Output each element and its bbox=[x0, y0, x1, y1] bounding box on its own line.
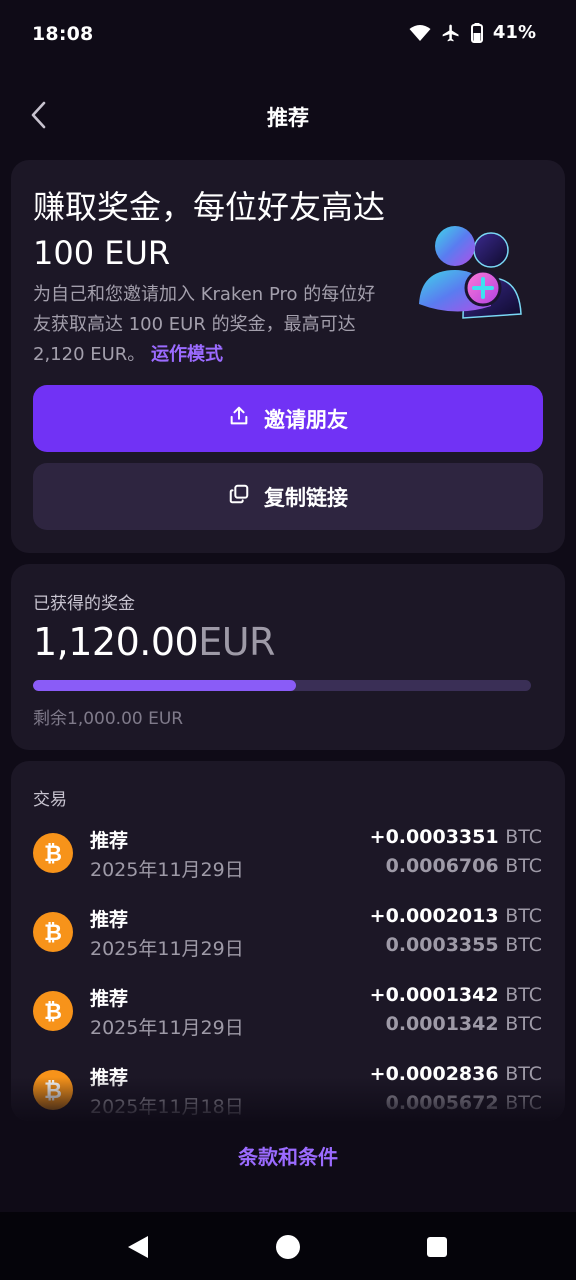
transaction-name: 推荐 bbox=[90, 988, 129, 1010]
transaction-name: 推荐 bbox=[90, 909, 129, 931]
earned-amount-currency: EUR bbox=[198, 620, 275, 664]
transaction-total-unit: BTC bbox=[505, 855, 542, 877]
transaction-total-value: 0.0001342 bbox=[385, 1013, 499, 1035]
status-icons: 41% bbox=[409, 22, 536, 43]
transaction-row[interactable]: ₿ 推荐 2025年11月29日 +0.0001342 BTC 0.000134… bbox=[11, 981, 565, 1060]
transaction-date: 2025年11月29日 bbox=[90, 938, 244, 960]
copy-icon bbox=[228, 483, 250, 510]
copy-link-label: 复制链接 bbox=[264, 485, 348, 510]
status-time: 18:08 bbox=[32, 23, 94, 45]
transaction-total-value: 0.0006706 bbox=[385, 855, 499, 877]
transaction-row[interactable]: ₿ 推荐 2025年11月29日 +0.0003351 BTC 0.000670… bbox=[11, 823, 565, 902]
bitcoin-icon: ₿ bbox=[33, 833, 73, 873]
airplane-icon bbox=[441, 23, 461, 43]
transaction-date: 2025年11月18日 bbox=[90, 1096, 244, 1118]
svg-text:₿: ₿ bbox=[44, 921, 62, 945]
transaction-total: 0.0001342 BTC bbox=[386, 1013, 542, 1035]
transaction-total-value: 0.0003355 bbox=[385, 934, 499, 956]
add-friend-illustration bbox=[411, 222, 529, 326]
transaction-amount: +0.0002013 BTC bbox=[370, 905, 542, 927]
page-title: 推荐 bbox=[267, 106, 309, 130]
transactions-title: 交易 bbox=[33, 790, 67, 810]
transaction-amount: +0.0002836 BTC bbox=[370, 1063, 542, 1085]
invite-friends-label: 邀请朋友 bbox=[264, 407, 348, 432]
earned-bonus-label: 已获得的奖金 bbox=[33, 594, 135, 614]
invite-friends-button[interactable]: 邀请朋友 bbox=[33, 385, 543, 452]
svg-text:₿: ₿ bbox=[44, 1000, 62, 1024]
transactions-card: 交易 ₿ 推荐 2025年11月29日 +0.0003351 BTC 0.000… bbox=[11, 761, 565, 1121]
status-bar: 18:08 41% bbox=[0, 0, 576, 70]
bonus-progress-bar bbox=[33, 680, 531, 691]
transaction-row[interactable]: ₿ 推荐 2025年11月29日 +0.0002013 BTC 0.000335… bbox=[11, 902, 565, 981]
earned-bonus-amount: 1,120.00EUR bbox=[33, 620, 275, 664]
transaction-total: 0.0006706 BTC bbox=[386, 855, 542, 877]
remaining-bonus-label: 剩余1,000.00 EUR bbox=[33, 709, 184, 729]
transaction-amount: +0.0001342 BTC bbox=[370, 984, 542, 1006]
bitcoin-icon: ₿ bbox=[33, 912, 73, 952]
transaction-amount-value: +0.0002836 bbox=[369, 1063, 499, 1085]
transaction-amount-unit: BTC bbox=[505, 1063, 542, 1085]
svg-text:₿: ₿ bbox=[44, 1079, 62, 1103]
transaction-amount: +0.0003351 BTC bbox=[370, 826, 542, 848]
referral-headline: 赚取奖金，每位好友高达 100 EUR bbox=[33, 188, 386, 272]
transaction-amount-value: +0.0001342 bbox=[369, 984, 499, 1006]
app-header: 推荐 bbox=[0, 88, 576, 144]
triangle-back-icon bbox=[126, 1236, 150, 1264]
transaction-total-unit: BTC bbox=[505, 934, 542, 956]
transaction-amount-unit: BTC bbox=[505, 826, 542, 848]
bitcoin-icon: ₿ bbox=[33, 991, 73, 1031]
transactions-list: ₿ 推荐 2025年11月29日 +0.0003351 BTC 0.000670… bbox=[11, 823, 565, 1121]
battery-percentage: 41% bbox=[492, 22, 536, 43]
bonus-progress-fill bbox=[33, 680, 296, 691]
system-navigation-bar bbox=[0, 1212, 576, 1280]
transaction-amount-value: +0.0002013 bbox=[369, 905, 499, 927]
svg-text:₿: ₿ bbox=[44, 842, 62, 866]
transaction-total-value: 0.0005672 bbox=[385, 1092, 499, 1114]
referral-card: 赚取奖金，每位好友高达 100 EUR 为自己和您邀请加入 Kraken Pro… bbox=[11, 160, 565, 553]
nav-back-button[interactable] bbox=[126, 1234, 150, 1264]
earned-bonus-card: 已获得的奖金 1,120.00EUR 剩余1,000.00 EUR bbox=[11, 564, 565, 750]
transaction-name: 推荐 bbox=[90, 830, 129, 852]
transaction-date: 2025年11月29日 bbox=[90, 859, 244, 881]
battery-icon bbox=[470, 22, 483, 43]
transaction-total-unit: BTC bbox=[505, 1013, 542, 1035]
transaction-date: 2025年11月29日 bbox=[90, 1017, 244, 1039]
earned-amount-value: 1,120.00 bbox=[33, 620, 199, 664]
copy-link-button[interactable]: 复制链接 bbox=[33, 463, 543, 530]
transaction-total: 0.0003355 BTC bbox=[386, 934, 542, 956]
nav-recents-button[interactable] bbox=[427, 1237, 447, 1257]
transaction-total-unit: BTC bbox=[505, 1092, 542, 1114]
bitcoin-icon: ₿ bbox=[33, 1070, 73, 1110]
how-it-works-link[interactable]: 运作模式 bbox=[151, 344, 223, 365]
transaction-amount-unit: BTC bbox=[505, 905, 542, 927]
referral-description: 为自己和您邀请加入 Kraken Pro 的每位好友获取高达 100 EUR 的… bbox=[33, 280, 393, 370]
transaction-row[interactable]: ₿ 推荐 2025年11月18日 +0.0002836 BTC 0.000567… bbox=[11, 1060, 565, 1121]
nav-home-button[interactable] bbox=[276, 1235, 300, 1259]
referral-screen: 18:08 41% 推荐 赚取奖金，每位好友高达 100 EUR 为自己和您邀请… bbox=[0, 0, 576, 1280]
share-upload-icon bbox=[228, 405, 250, 432]
terms-and-conditions-link[interactable]: 条款和条件 bbox=[0, 1141, 576, 1170]
transaction-total: 0.0005672 BTC bbox=[386, 1092, 542, 1114]
wifi-icon bbox=[409, 24, 431, 42]
transaction-amount-unit: BTC bbox=[505, 984, 542, 1006]
transaction-name: 推荐 bbox=[90, 1067, 129, 1089]
transaction-amount-value: +0.0003351 bbox=[369, 826, 499, 848]
